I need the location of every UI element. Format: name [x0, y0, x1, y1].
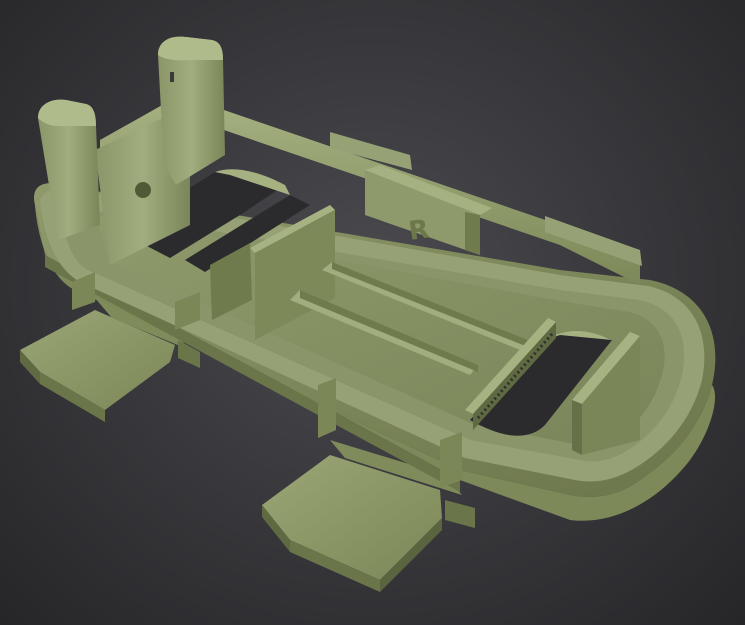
tray-model: R	[20, 36, 716, 592]
right-tall-post	[158, 36, 225, 185]
render-viewport: R	[0, 0, 745, 625]
embossed-letter: R	[407, 214, 431, 246]
